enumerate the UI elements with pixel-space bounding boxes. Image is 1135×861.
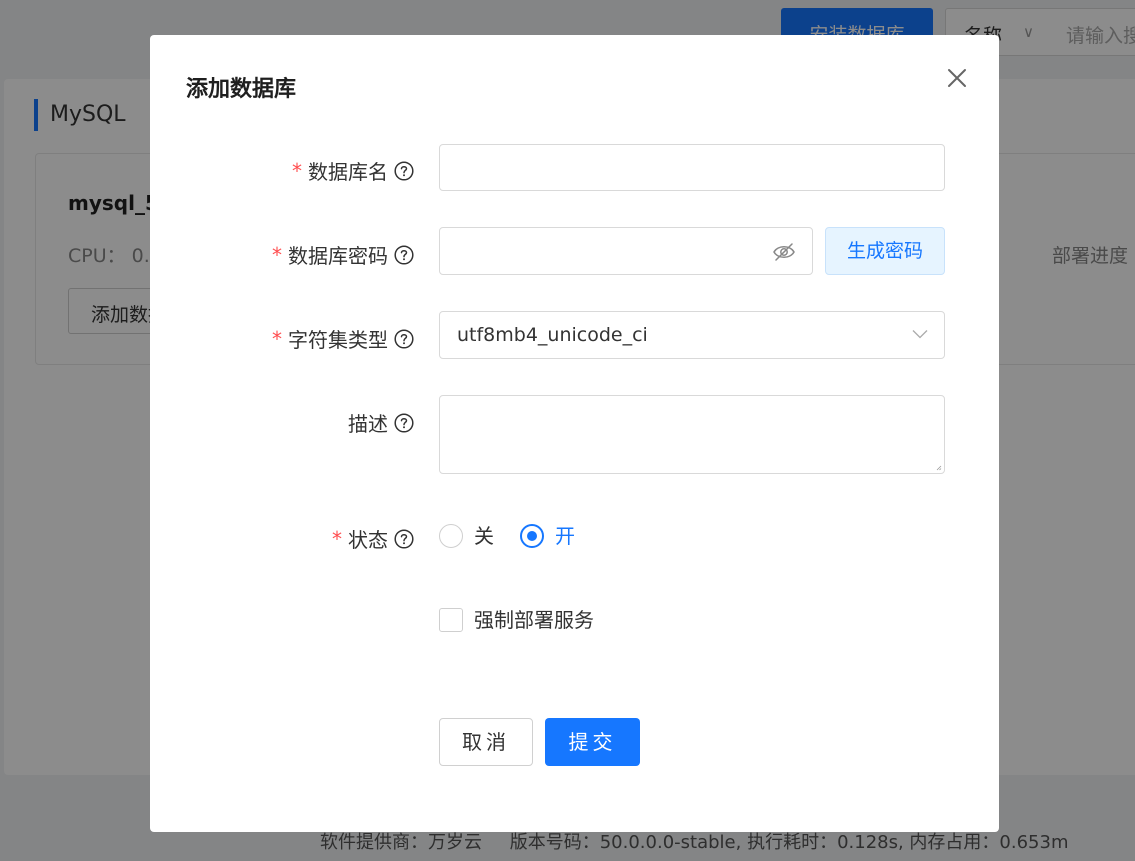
required-mark: * <box>292 158 302 183</box>
close-icon[interactable] <box>942 63 972 93</box>
eye-invisible-icon[interactable] <box>772 242 796 262</box>
charset-label-text: 字符集类型 <box>288 328 388 352</box>
required-mark: * <box>332 526 342 551</box>
required-mark: * <box>272 242 282 267</box>
status-label: * 状态 <box>332 524 414 553</box>
add-database-modal: 添加数据库 * 数据库名 * 数据库密码 生成密码 * 字符集类型 utf8mb… <box>150 35 999 832</box>
required-mark: * <box>272 326 282 351</box>
status-off-radio[interactable] <box>439 524 463 548</box>
db-password-label: * 数据库密码 <box>272 240 414 269</box>
db-name-input[interactable] <box>439 144 945 191</box>
force-deploy-checkbox[interactable] <box>439 608 463 632</box>
help-icon[interactable] <box>394 528 414 549</box>
help-icon[interactable] <box>394 328 414 349</box>
force-deploy-label[interactable]: 强制部署服务 <box>474 608 594 632</box>
db-password-label-text: 数据库密码 <box>288 244 388 268</box>
submit-button[interactable]: 提交 <box>545 718 640 766</box>
description-label-text: 描述 <box>348 412 388 436</box>
resize-grip-icon[interactable] <box>936 465 942 471</box>
charset-select[interactable]: utf8mb4_unicode_ci <box>439 311 945 359</box>
help-icon[interactable] <box>394 160 414 181</box>
cancel-button[interactable]: 取消 <box>439 718 533 766</box>
description-label: 描述 <box>348 408 414 437</box>
description-textarea[interactable] <box>439 395 945 474</box>
generate-password-button[interactable]: 生成密码 <box>825 227 945 275</box>
modal-title: 添加数据库 <box>186 77 297 102</box>
db-name-label-text: 数据库名 <box>308 160 388 184</box>
status-on-radio[interactable] <box>520 524 544 548</box>
status-label-text: 状态 <box>348 528 388 552</box>
db-name-label: * 数据库名 <box>292 156 414 185</box>
help-icon[interactable] <box>394 244 414 265</box>
chevron-down-icon <box>912 330 928 339</box>
charset-label: * 字符集类型 <box>272 324 414 353</box>
charset-select-value: utf8mb4_unicode_ci <box>457 324 648 346</box>
db-password-input[interactable] <box>439 227 813 275</box>
status-off-label[interactable]: 关 <box>474 524 494 548</box>
status-on-label[interactable]: 开 <box>555 524 575 548</box>
help-icon[interactable] <box>394 412 414 433</box>
